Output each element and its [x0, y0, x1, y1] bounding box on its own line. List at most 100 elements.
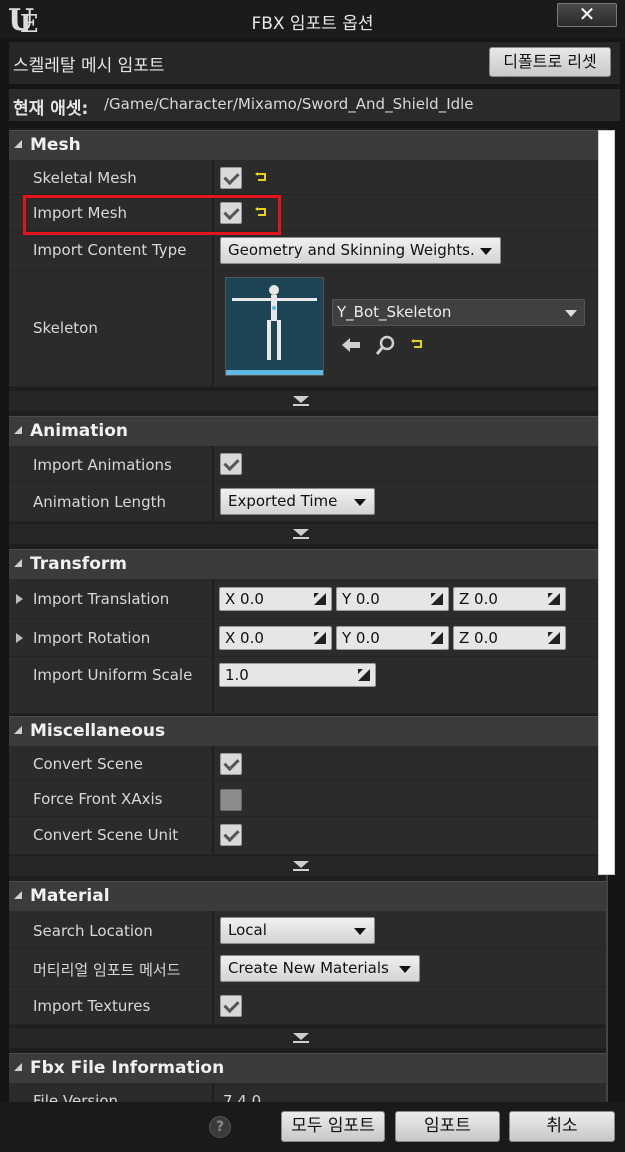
row-import-animations: Import Animations [9, 446, 607, 482]
convert-scene-checkbox[interactable] [220, 753, 242, 775]
animation-length-dropdown[interactable]: Exported Time [220, 488, 375, 515]
row-animation-length: Animation Length Exported Time [9, 482, 607, 522]
browse-asset-icon[interactable] [376, 335, 396, 355]
chevron-down-icon [354, 499, 366, 506]
section-header-transform[interactable]: Transform [9, 549, 607, 579]
rotation-x-value: X 0.0 [225, 629, 264, 647]
misc-advanced-toggle[interactable] [9, 856, 607, 876]
row-import-translation: Import Translation X 0.0 Y 0.0 Z 0.0 [9, 579, 607, 619]
search-location-dropdown[interactable]: Local [220, 917, 375, 944]
expand-arrow-icon[interactable] [16, 594, 23, 604]
row-skeletal-mesh: Skeletal Mesh [9, 160, 607, 195]
chevron-down-icon [480, 248, 492, 255]
translation-y-field[interactable]: Y 0.0 [336, 587, 449, 611]
section-header-animation[interactable]: Animation [9, 416, 607, 446]
details-panel[interactable]: Mesh Skeletal Mesh Import Mesh Import Co… [9, 128, 607, 1102]
help-icon[interactable]: ? [209, 1116, 231, 1138]
row-import-uniform-scale: Import Uniform Scale 1.0 [9, 657, 607, 714]
collapse-triangle-icon [14, 891, 22, 899]
rotation-z-field[interactable]: Z 0.0 [453, 626, 566, 650]
reset-to-default-button[interactable]: 디폴트로 리셋 [489, 47, 611, 77]
chevron-down-icon [399, 966, 411, 973]
animation-advanced-toggle[interactable] [9, 524, 607, 544]
title-bar: U E FBX 임포트 옵션 ✕ [0, 0, 625, 38]
convert-scene-unit-checkbox[interactable] [220, 824, 242, 846]
section-title-mesh: Mesh [30, 135, 81, 155]
drag-handle-icon [431, 632, 443, 644]
convert-scene-unit-label: Convert Scene Unit [33, 826, 179, 844]
drag-handle-icon [314, 593, 326, 605]
expand-advanced-icon [293, 396, 309, 403]
details-scrollbar-track[interactable] [606, 875, 608, 1102]
collapse-triangle-icon [14, 426, 22, 434]
force-front-xaxis-checkbox[interactable] [220, 789, 242, 811]
close-button[interactable]: ✕ [557, 3, 617, 27]
import-button[interactable]: 임포트 [395, 1111, 500, 1142]
material-advanced-toggle[interactable] [9, 1028, 607, 1048]
current-asset-label: 현재 애셋: [13, 99, 89, 119]
material-import-method-label: 머티리얼 임포트 메서드 [33, 961, 181, 979]
skeletal-mesh-checkbox[interactable] [220, 167, 242, 189]
animation-length-value: Exported Time [228, 492, 338, 510]
import-animations-checkbox[interactable] [220, 453, 242, 475]
expand-advanced-icon [293, 861, 309, 868]
use-selected-asset-icon[interactable] [341, 336, 361, 354]
reset-to-default-icon[interactable] [411, 339, 423, 349]
import-rotation-label: Import Rotation [33, 629, 151, 647]
skeleton-dropdown[interactable]: Y_Bot_Skeleton [332, 299, 585, 326]
row-import-content-type: Import Content Type Geometry and Skinnin… [9, 231, 607, 271]
skeleton-thumbnail[interactable] [225, 277, 324, 376]
import-type-bar: 스켈레탈 메시 임포트 디폴트로 리셋 [9, 42, 620, 84]
translation-x-field[interactable]: X 0.0 [219, 587, 332, 611]
mesh-advanced-toggle[interactable] [9, 391, 607, 411]
import-textures-label: Import Textures [33, 997, 151, 1015]
dialog-button-bar: ? 모두 임포트 임포트 취소 [0, 1102, 625, 1152]
convert-scene-label: Convert Scene [33, 755, 143, 773]
import-content-type-label: Import Content Type [33, 241, 187, 259]
expand-advanced-icon [293, 1033, 309, 1040]
section-header-fbx-file-information[interactable]: Fbx File Information [9, 1053, 607, 1083]
skeleton-value: Y_Bot_Skeleton [337, 303, 452, 321]
skeletal-mesh-label: Skeletal Mesh [33, 169, 137, 187]
section-header-mesh[interactable]: Mesh [9, 130, 607, 160]
details-scrollbar-thumb[interactable] [598, 130, 615, 875]
section-title-transform: Transform [30, 554, 127, 574]
row-file-version: File Version 7.4.0 [9, 1083, 607, 1102]
section-title-miscellaneous: Miscellaneous [30, 721, 166, 741]
expand-arrow-icon[interactable] [16, 633, 23, 643]
row-import-rotation: Import Rotation X 0.0 Y 0.0 Z 0.0 [9, 619, 607, 657]
collapse-triangle-icon [14, 559, 22, 567]
reset-to-default-icon[interactable] [255, 172, 267, 182]
section-header-miscellaneous[interactable]: Miscellaneous [9, 716, 607, 746]
search-location-label: Search Location [33, 922, 153, 940]
chevron-down-icon [354, 928, 366, 935]
import-mesh-highlight-box [23, 195, 281, 235]
cancel-button[interactable]: 취소 [509, 1111, 615, 1142]
rotation-x-field[interactable]: X 0.0 [219, 626, 332, 650]
section-title-material: Material [30, 886, 110, 906]
section-title-fbx-file-information: Fbx File Information [30, 1058, 225, 1078]
file-version-value: 7.4.0 [223, 1092, 262, 1102]
row-convert-scene: Convert Scene [9, 746, 607, 781]
row-material-import-method: 머티리얼 임포트 메서드 Create New Materials [9, 949, 607, 987]
current-asset-bar: 현재 애셋: /Game/Character/Mixamo/Sword_And_… [9, 89, 620, 121]
import-translation-label: Import Translation [33, 590, 170, 608]
section-header-material[interactable]: Material [9, 881, 607, 911]
material-import-method-value: Create New Materials [228, 959, 389, 977]
import-content-type-value: Geometry and Skinning Weights. [228, 241, 475, 259]
force-front-xaxis-label: Force Front XAxis [33, 790, 163, 808]
uniform-scale-field[interactable]: 1.0 [219, 663, 376, 687]
rotation-z-value: Z 0.0 [459, 629, 498, 647]
import-all-button[interactable]: 모두 임포트 [281, 1111, 385, 1142]
import-content-type-dropdown[interactable]: Geometry and Skinning Weights. [220, 237, 501, 264]
import-type-label: 스켈레탈 메시 임포트 [13, 56, 165, 76]
translation-z-field[interactable]: Z 0.0 [453, 587, 566, 611]
import-textures-checkbox[interactable] [220, 995, 242, 1017]
expand-advanced-icon [293, 529, 309, 536]
material-import-method-dropdown[interactable]: Create New Materials [220, 955, 420, 982]
drag-handle-icon [314, 632, 326, 644]
row-force-front-xaxis: Force Front XAxis [9, 781, 607, 817]
rotation-y-field[interactable]: Y 0.0 [336, 626, 449, 650]
translation-z-value: Z 0.0 [459, 590, 498, 608]
drag-handle-icon [548, 593, 560, 605]
